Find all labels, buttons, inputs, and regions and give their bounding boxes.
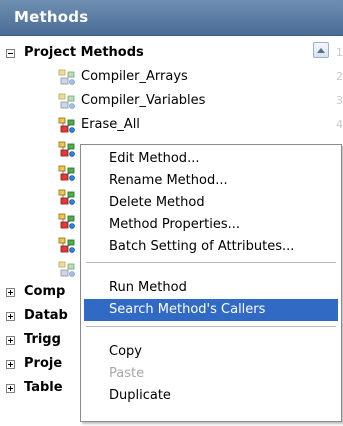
tree-folder[interactable]: Comp [0,281,80,303]
tree-item-method[interactable]: Erase_All [0,114,300,136]
line-number: 2 [336,70,343,83]
tree-folder[interactable]: Proje [0,353,80,375]
method-icon [58,117,76,133]
menu-item-search-callers[interactable]: Search Method's Callers [84,299,338,321]
menu-item-duplicate[interactable]: Duplicate [84,385,338,407]
method-icon[interactable] [58,189,76,205]
method-icon [58,69,76,85]
menu-item-edit-method[interactable]: Edit Method... [84,148,338,170]
folder-label: Table [24,380,63,395]
panel-title: Methods [14,8,89,26]
context-menu: Edit Method... Rename Method... Delete M… [80,144,342,422]
menu-separator [86,326,336,327]
method-icon[interactable] [58,237,76,253]
expand-toggle-icon[interactable] [6,288,15,297]
line-number: 4 [336,118,343,131]
method-icon [58,93,76,109]
method-icon[interactable] [58,141,76,157]
expand-toggle-icon[interactable] [6,312,15,321]
menu-item-batch-attributes[interactable]: Batch Setting of Attributes... [84,236,338,258]
tree-folder[interactable]: Datab [0,305,80,327]
method-label: Erase_All [81,117,140,132]
expand-toggle-icon[interactable] [6,384,15,393]
expand-toggle-icon[interactable] [6,336,15,345]
method-label: Compiler_Variables [81,93,206,108]
tree-item-method[interactable]: Compiler_Variables [0,90,300,112]
tree-folder[interactable]: Table [0,377,80,399]
scroll-up-button[interactable] [313,42,329,58]
method-icon[interactable] [58,261,76,277]
folder-label: Datab [24,308,68,323]
menu-separator [86,262,336,263]
folder-label: Comp [24,284,66,299]
expand-toggle-icon[interactable] [6,360,15,369]
method-label: Compiler_Arrays [81,69,188,84]
folder-label: Trigg [24,332,61,347]
menu-item-run-method[interactable]: Run Method [84,277,338,299]
folder-label: Project Methods [24,45,144,60]
tree-folder-project-methods[interactable]: Project Methods [0,42,343,64]
line-number: 3 [336,94,343,107]
method-icon[interactable] [58,213,76,229]
menu-item-delete-method[interactable]: Delete Method [84,192,338,214]
folder-label: Proje [24,356,63,371]
menu-item-paste: Paste [109,366,145,381]
menu-item-method-properties[interactable]: Method Properties... [84,214,338,236]
tree-folder[interactable]: Trigg [0,329,80,351]
menu-item-rename-method[interactable]: Rename Method... [84,170,338,192]
line-number: 1 [336,46,343,59]
tree-item-method[interactable]: Compiler_Arrays [0,66,300,88]
methods-panel-header: Methods [0,0,343,36]
method-icon[interactable] [58,165,76,181]
menu-item-copy[interactable]: Copy [84,341,338,363]
collapse-toggle-icon[interactable] [6,49,15,58]
